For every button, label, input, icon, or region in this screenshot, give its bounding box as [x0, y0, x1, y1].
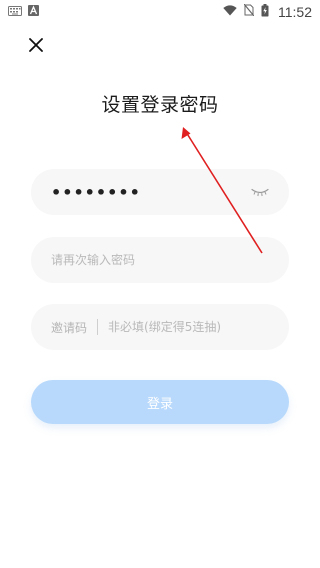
eye-closed-icon[interactable] [251, 187, 269, 197]
invite-code-field: 邀请码 [31, 304, 289, 350]
annotation-arrow [181, 127, 263, 254]
confirm-password-field [31, 237, 289, 283]
page-title: 设置登录密码 [101, 94, 219, 116]
confirm-password-input[interactable] [51, 253, 269, 267]
field-divider [97, 319, 99, 335]
status-bar-left [8, 4, 39, 20]
status-bar: 11:52 [0, 0, 320, 24]
login-button[interactable]: 登录 [31, 380, 289, 424]
invite-code-input[interactable] [108, 320, 269, 334]
wifi-icon [223, 4, 237, 20]
keyboard-icon [8, 5, 22, 20]
battery-charging-icon [261, 3, 269, 21]
no-sim-icon [243, 3, 255, 20]
status-bar-right: 11:52 [223, 3, 312, 21]
close-icon [29, 37, 43, 56]
close-button[interactable] [26, 36, 46, 56]
invite-code-label: 邀请码 [51, 320, 88, 335]
font-a-icon [28, 4, 39, 20]
password-input[interactable] [51, 182, 251, 202]
password-field [31, 169, 289, 215]
status-time: 11:52 [278, 4, 312, 20]
